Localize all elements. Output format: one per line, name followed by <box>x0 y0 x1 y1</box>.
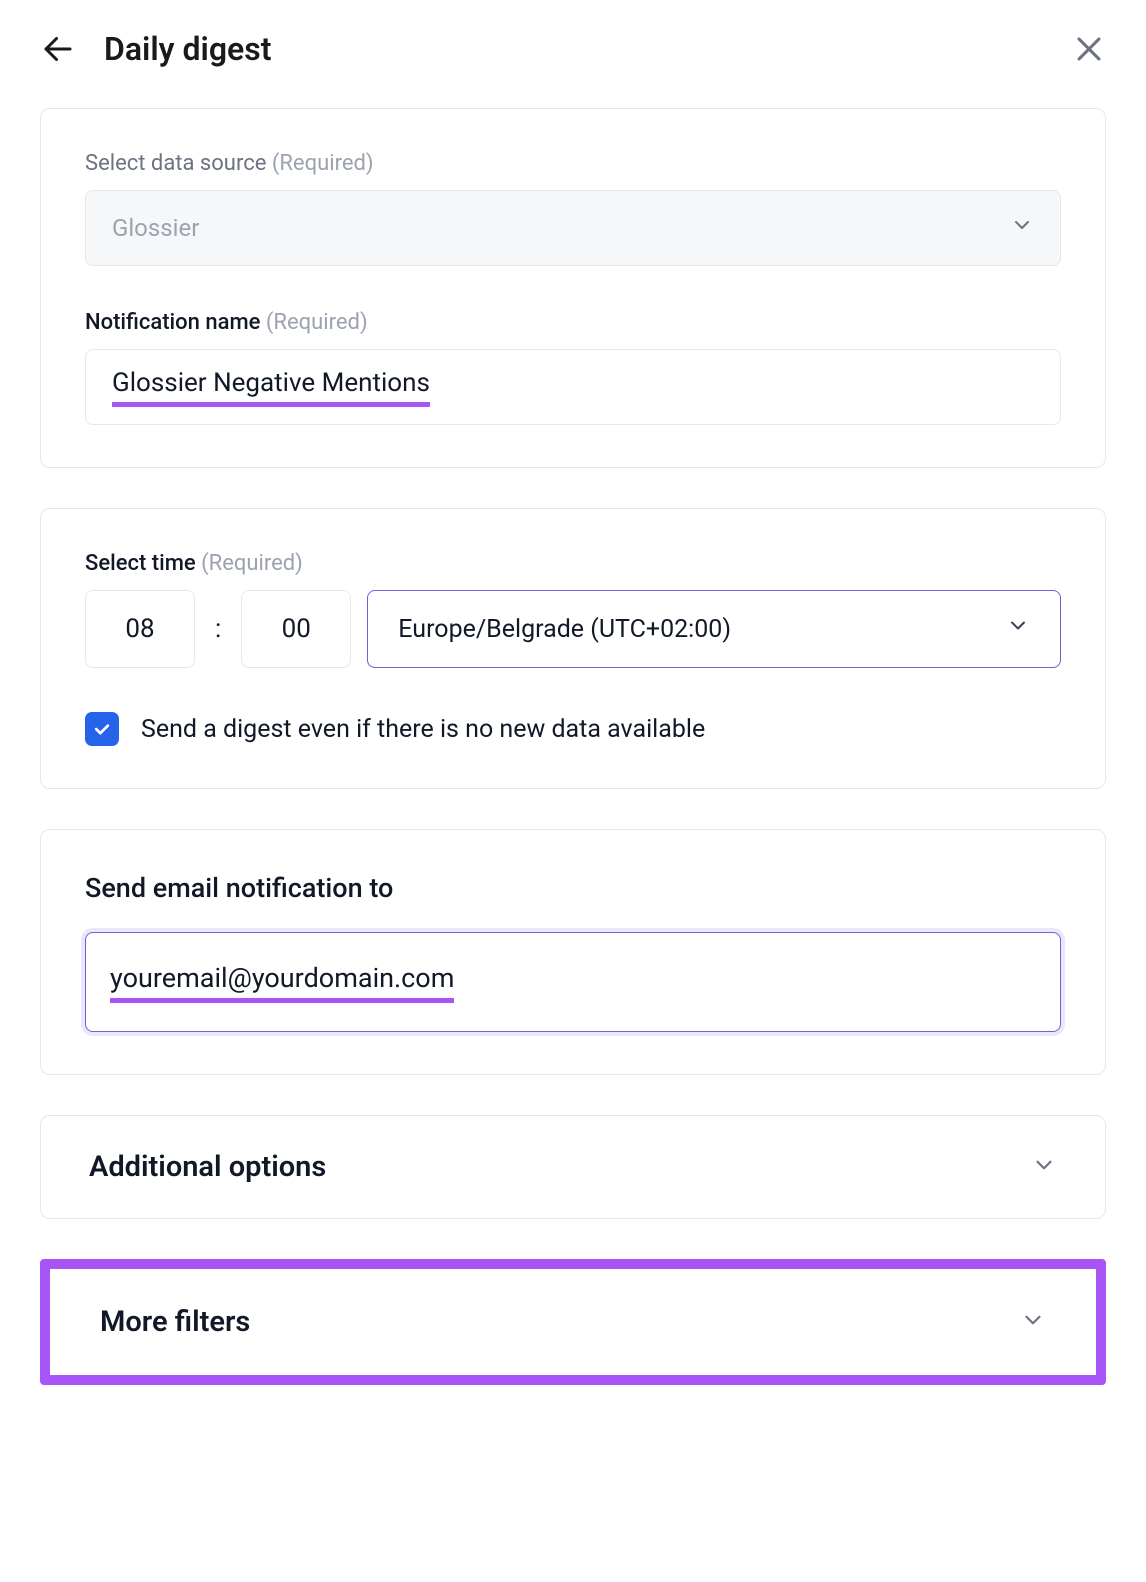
digest-checkbox-label: Send a digest even if there is no new da… <box>141 715 705 744</box>
field-notification-name: Notification name (Required) Glossier Ne… <box>85 310 1061 425</box>
email-label: Send email notification to <box>85 872 1061 904</box>
close-icon[interactable] <box>1072 32 1106 66</box>
header-left: Daily digest <box>40 30 271 68</box>
digest-checkbox[interactable] <box>85 712 119 746</box>
timezone-select[interactable]: Europe/Belgrade (UTC+02:00) <box>367 590 1061 668</box>
hour-input[interactable]: 08 <box>85 590 195 668</box>
minute-value: 00 <box>282 614 311 644</box>
notification-name-label: Notification name <box>85 310 260 335</box>
chevron-down-icon <box>1020 1307 1046 1337</box>
select-time-required: (Required) <box>201 551 303 576</box>
notification-name-input[interactable]: Glossier Negative Mentions <box>85 349 1061 425</box>
select-time-label-row: Select time (Required) <box>85 551 1061 576</box>
notification-name-label-row: Notification name (Required) <box>85 310 1061 335</box>
card-email: Send email notification to youremail@you… <box>40 829 1106 1075</box>
page-title: Daily digest <box>104 30 271 68</box>
time-colon: : <box>211 614 225 644</box>
data-source-label: Select data source <box>85 151 266 176</box>
chevron-down-icon <box>1006 614 1030 645</box>
more-filters-label: More filters <box>100 1305 250 1339</box>
card-data-source: Select data source (Required) Glossier N… <box>40 108 1106 468</box>
email-input[interactable]: youremail@yourdomain.com <box>85 932 1061 1032</box>
data-source-required: (Required) <box>272 151 374 176</box>
data-source-label-row: Select data source (Required) <box>85 151 1061 176</box>
header: Daily digest <box>40 30 1106 68</box>
select-time-label: Select time <box>85 551 196 576</box>
time-row: 08 : 00 Europe/Belgrade (UTC+02:00) <box>85 590 1061 668</box>
data-source-select[interactable]: Glossier <box>85 190 1061 266</box>
additional-options-toggle[interactable]: Additional options <box>40 1115 1106 1219</box>
field-data-source: Select data source (Required) Glossier <box>85 151 1061 266</box>
more-filters-toggle[interactable]: More filters <box>52 1271 1094 1373</box>
additional-options-label: Additional options <box>89 1150 326 1184</box>
hour-value: 08 <box>125 614 154 644</box>
chevron-down-icon <box>1031 1152 1057 1182</box>
digest-checkbox-row: Send a digest even if there is no new da… <box>85 712 1061 746</box>
back-arrow-icon[interactable] <box>40 31 76 67</box>
notification-name-value: Glossier Negative Mentions <box>112 368 430 407</box>
notification-name-required: (Required) <box>266 310 368 335</box>
card-time: Select time (Required) 08 : 00 Europe/Be… <box>40 508 1106 789</box>
timezone-value: Europe/Belgrade (UTC+02:00) <box>398 615 731 644</box>
more-filters-highlight: More filters <box>40 1259 1106 1385</box>
email-value: youremail@yourdomain.com <box>110 962 454 1003</box>
data-source-value: Glossier <box>112 214 199 242</box>
chevron-down-icon <box>1010 213 1034 243</box>
minute-input[interactable]: 00 <box>241 590 351 668</box>
